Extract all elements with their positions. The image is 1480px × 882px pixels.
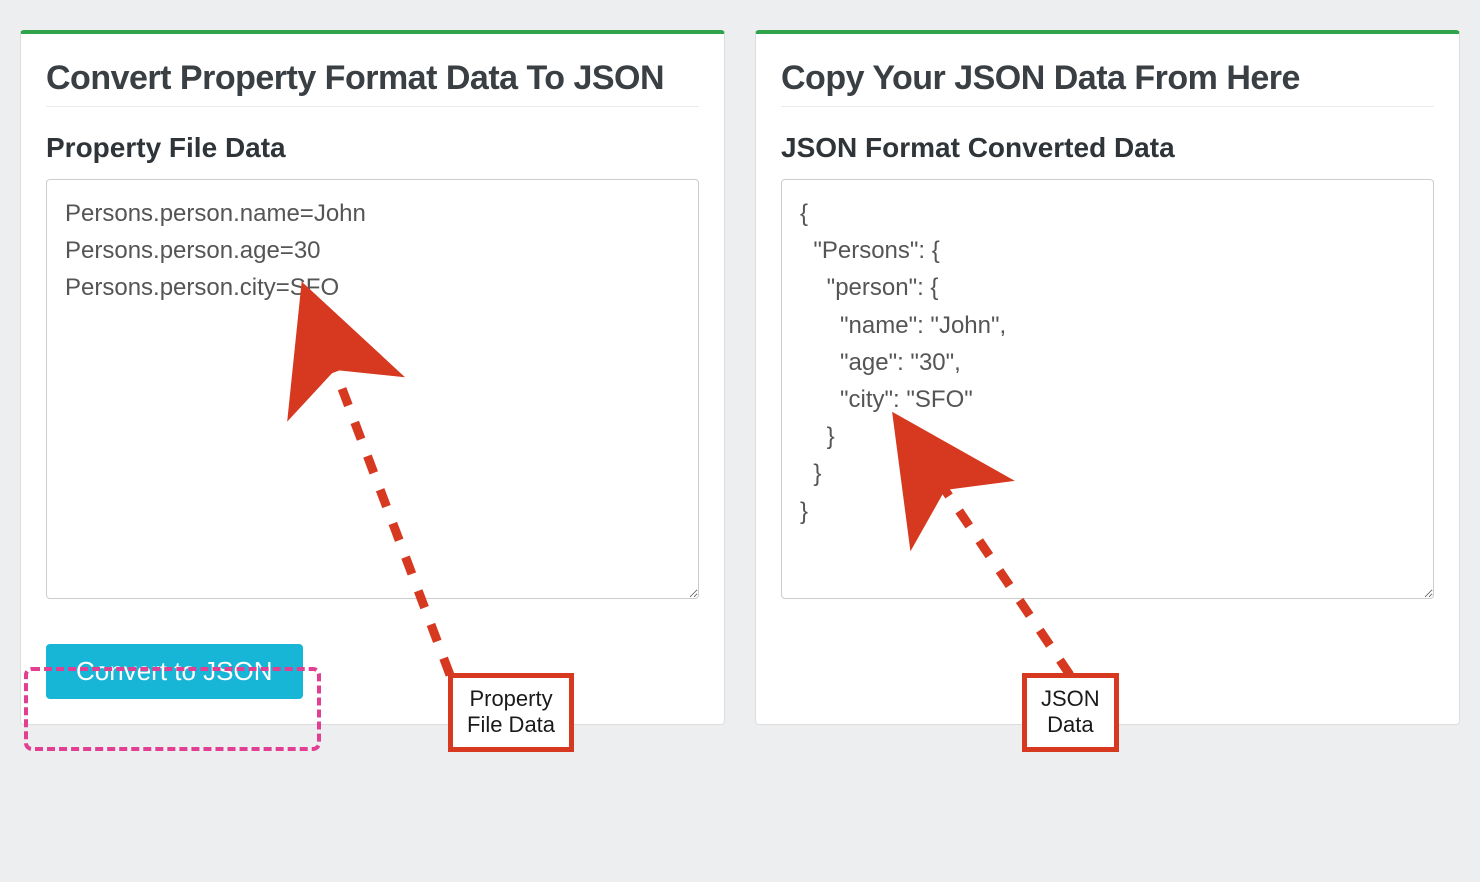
json-output-textarea[interactable]: { "Persons": { "person": { "name": "John…	[781, 179, 1434, 599]
annotation-text: Data	[1047, 712, 1093, 737]
annotation-property-file-data: Property File Data	[448, 673, 574, 752]
annotation-text: File Data	[467, 712, 555, 737]
convert-button[interactable]: Convert to JSON	[46, 644, 303, 699]
property-input-textarea[interactable]: Persons.person.name=John Persons.person.…	[46, 179, 699, 599]
card-title-left: Convert Property Format Data To JSON	[46, 59, 699, 107]
annotation-text: Property	[469, 686, 552, 711]
property-input-card: Convert Property Format Data To JSON Pro…	[20, 30, 725, 725]
section-title-left: Property File Data	[46, 132, 699, 164]
card-title-right: Copy Your JSON Data From Here	[781, 59, 1434, 107]
annotation-json-data: JSON Data	[1022, 673, 1119, 752]
json-output-card: Copy Your JSON Data From Here JSON Forma…	[755, 30, 1460, 725]
annotation-text: JSON	[1041, 686, 1100, 711]
section-title-right: JSON Format Converted Data	[781, 132, 1434, 164]
